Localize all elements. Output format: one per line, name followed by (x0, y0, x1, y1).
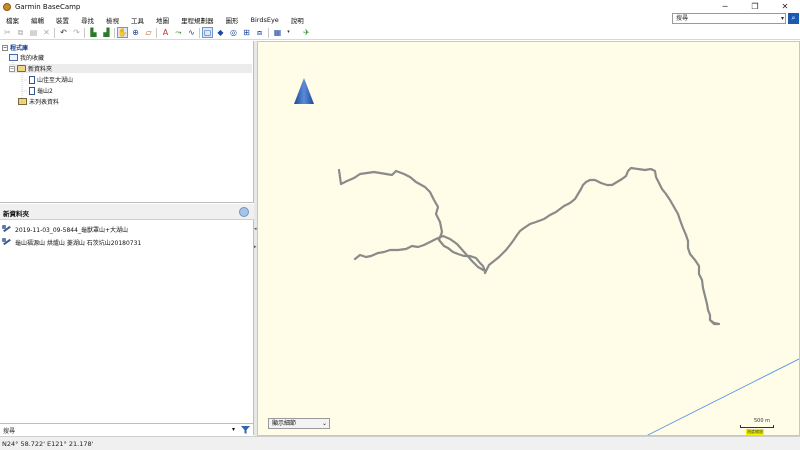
tree-item-label: 新資料夾 (28, 66, 53, 73)
cut-icon[interactable]: ✂ (2, 27, 13, 38)
menu-map[interactable]: 地圖 (150, 15, 175, 25)
scale-unit-badge: 過度縮放 (746, 429, 764, 435)
cursor-coordinates: N24° 58.722' E121° 21.178' (2, 440, 94, 448)
map-boundary-line (647, 358, 799, 435)
2d-map-icon[interactable]: ▢ (202, 27, 213, 38)
folder-open-icon (17, 65, 26, 72)
library-collapse-icon[interactable]: − (2, 44, 8, 51)
list-panel-title: 新資料夾 (3, 210, 29, 218)
menu-find[interactable]: 尋找 (75, 15, 100, 25)
search-input[interactable]: 搜尋 ▾ (672, 13, 786, 24)
map-product-dropdown-icon[interactable]: ▾ (283, 27, 294, 38)
menu-tools[interactable]: 工具 (125, 15, 150, 25)
menu-help[interactable]: 說明 (285, 15, 310, 25)
tree-item-unlisted-data[interactable]: 未列表資料 (18, 97, 59, 106)
toolbar-separator (156, 28, 157, 38)
search-input-text: 搜尋 (676, 15, 689, 22)
tree-item-label: 龜山2 (37, 88, 53, 95)
toolbar: ✂ ⧉ ▤ ✕ ↶ ↷ ▙ ▟ ✋ ⊕ ▱ A ⤳ ∿ ▢ ◆ ◎ ⊞ ⧈ ▦ … (0, 26, 800, 40)
tree-expander-icon[interactable]: − (9, 65, 15, 72)
filter-input[interactable]: 搜尋 (3, 426, 15, 435)
app-logo-icon (3, 2, 11, 11)
toolbar-separator (114, 28, 115, 38)
scale-bar-line (740, 425, 774, 428)
layers-icon[interactable]: ⧈ (254, 27, 265, 38)
tree-item-label: 未列表資料 (29, 99, 60, 106)
tree-item-list[interactable]: 龜山2 (29, 86, 53, 95)
compass-icon[interactable] (294, 78, 314, 104)
list-document-icon (29, 75, 35, 84)
list-item-label: 2019-11-03_09-5844_龜獸罩山+大湖山 (15, 226, 128, 234)
map-detail-select[interactable]: 顯示細節 ⌄ (268, 418, 330, 429)
track-icon (2, 225, 12, 233)
close-button[interactable]: ✕ (770, 0, 800, 13)
undo-icon[interactable]: ↶ (58, 27, 69, 38)
fit-map-icon[interactable]: ⊞ (241, 27, 252, 38)
list-item[interactable]: 龜山福源山 烘爐山 菱湖山 石茨坑山20180731 (2, 237, 141, 247)
track-icon (2, 238, 12, 246)
status-bar: N24° 58.722' E121° 21.178' (0, 436, 800, 450)
menu-birdseye[interactable]: BirdsEye (245, 16, 285, 24)
toolbar-separator (84, 28, 85, 38)
menu-device[interactable]: 裝置 (50, 15, 75, 25)
library-header-label: 程式庫 (10, 45, 29, 52)
list-item-label: 龜山福源山 烘爐山 菱湖山 石茨坑山20180731 (15, 239, 142, 247)
library-panel: − 程式庫 我的收藏 − 新資料夾 山佳至大湖山 龜山2 未列表資料 (0, 41, 254, 203)
menu-file[interactable]: 檔案 (0, 15, 25, 25)
waypoint-tool-icon[interactable]: A (160, 27, 171, 38)
map-view[interactable]: 顯示細節 ⌄ 500 m 過度縮放 (257, 41, 800, 436)
send-to-device-icon[interactable]: ▟ (101, 27, 112, 38)
chevron-down-icon[interactable]: ⌄ (322, 419, 327, 428)
zoom-tool-icon[interactable]: ⊕ (130, 27, 141, 38)
scale-label: 500 m (754, 418, 771, 424)
maximize-button[interactable]: ❐ (740, 0, 770, 13)
track-line (337, 166, 721, 326)
window-controls: ─ ❐ ✕ (710, 0, 800, 13)
copy-icon[interactable]: ⧉ (15, 27, 26, 38)
menu-graphics[interactable]: 圖形 (220, 15, 245, 25)
paste-icon[interactable]: ▤ (28, 27, 39, 38)
toolbar-separator (268, 28, 269, 38)
list-panel-header: 新資料夾 (0, 204, 254, 220)
settings-gear-icon[interactable] (239, 207, 249, 217)
window-title: Garmin BaseCamp (15, 2, 81, 11)
toolbar-separator (54, 28, 55, 38)
tree-item-label: 山佳至大湖山 (37, 77, 74, 84)
map-product-icon[interactable]: ▦ (272, 27, 283, 38)
track-tool-icon[interactable]: ∿ (186, 27, 197, 38)
delete-icon[interactable]: ✕ (41, 27, 52, 38)
filter-bar: 搜尋 ▾ (0, 423, 254, 435)
filter-funnel-icon[interactable] (241, 426, 250, 434)
tree-item-label: 我的收藏 (20, 55, 45, 62)
hand-tool-icon[interactable]: ✋ (117, 27, 128, 38)
redo-icon[interactable]: ↷ (71, 27, 82, 38)
filter-dropdown-icon[interactable]: ▾ (232, 426, 235, 433)
measure-tool-icon[interactable]: ▱ (143, 27, 154, 38)
tree-item-new-folder[interactable]: − 新資料夾 (9, 64, 252, 73)
list-document-icon (29, 86, 35, 95)
toolbar-separator (199, 28, 200, 38)
tree-item-list[interactable]: 山佳至大湖山 (29, 75, 73, 84)
list-panel: 2019-11-03_09-5844_龜獸罩山+大湖山 龜山福源山 烘爐山 菱湖… (0, 220, 254, 423)
menu-route-planner[interactable]: 里程規劃器 (175, 15, 220, 25)
library-header: − 程式庫 (2, 43, 28, 52)
3d-map-icon[interactable]: ◆ (215, 27, 226, 38)
globe-view-icon[interactable]: ◎ (228, 27, 239, 38)
receive-from-device-icon[interactable]: ▙ (88, 27, 99, 38)
search-dropdown-icon[interactable]: ▾ (781, 14, 784, 23)
scale-bar: 500 m 過度縮放 (740, 418, 776, 435)
library-icon (9, 54, 18, 61)
title-bar: Garmin BaseCamp ─ ❐ ✕ (0, 0, 800, 13)
route-tool-icon[interactable]: ⤳ (173, 27, 184, 38)
search-button[interactable]: ⌕ (788, 13, 799, 24)
folder-icon (18, 98, 27, 105)
send-icon[interactable]: ✈ (301, 27, 312, 38)
map-detail-select-value: 顯示細節 (272, 420, 297, 427)
map-canvas[interactable] (258, 42, 800, 436)
menu-edit[interactable]: 編輯 (25, 15, 50, 25)
menu-view[interactable]: 檢視 (100, 15, 125, 25)
tree-item-my-collection[interactable]: 我的收藏 (9, 53, 44, 62)
list-item[interactable]: 2019-11-03_09-5844_龜獸罩山+大湖山 (2, 224, 128, 234)
minimize-button[interactable]: ─ (710, 0, 740, 13)
